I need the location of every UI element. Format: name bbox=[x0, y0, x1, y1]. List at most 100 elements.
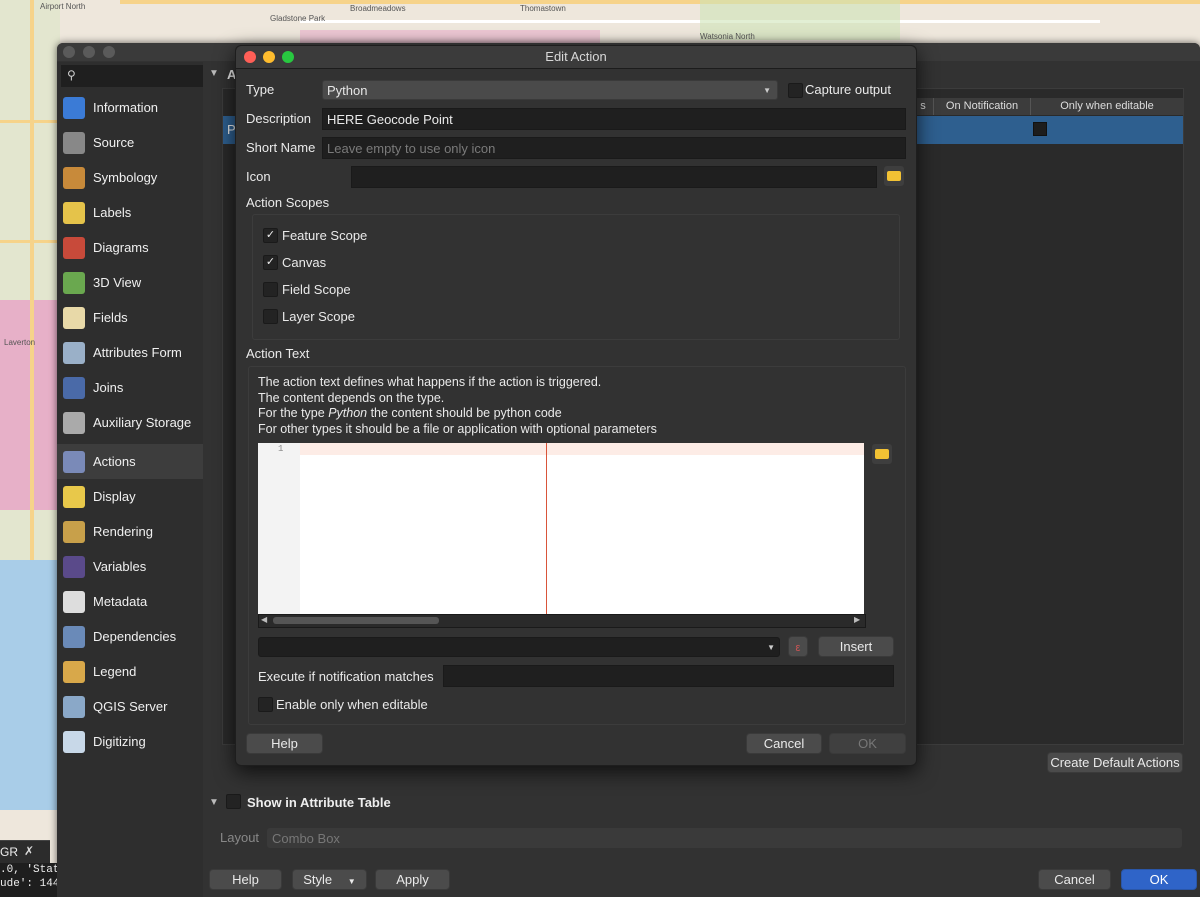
layer-scope-checkbox[interactable] bbox=[263, 309, 278, 324]
code-editor[interactable]: 1 bbox=[258, 443, 864, 614]
map-label: Laverton bbox=[4, 338, 36, 347]
minimize-dialog-button[interactable] bbox=[263, 51, 275, 63]
chevron-down-icon: ▼ bbox=[347, 877, 356, 886]
ok-button[interactable]: OK bbox=[1121, 869, 1197, 890]
sidebar-item-fields[interactable]: Fields bbox=[57, 300, 203, 335]
short-name-input[interactable]: Leave empty to use only icon bbox=[322, 137, 906, 159]
sidebar-item-auxiliary-storage[interactable]: Auxiliary Storage bbox=[57, 405, 203, 440]
sidebar-item-rendering[interactable]: Rendering bbox=[57, 514, 203, 549]
description-label: Description bbox=[246, 111, 312, 126]
chevron-down-icon: ▼ bbox=[767, 643, 775, 652]
expression-field-combo[interactable]: ▼ bbox=[258, 637, 780, 657]
console-output: .0, 'State': ude': 144.8 bbox=[0, 863, 57, 897]
sidebar-item-diagrams[interactable]: Diagrams bbox=[57, 230, 203, 265]
sidebar-item-digitizing[interactable]: Digitizing bbox=[57, 724, 203, 759]
sidebar-item-symbology[interactable]: Symbology bbox=[57, 160, 203, 195]
epsilon-icon: ε bbox=[795, 642, 801, 654]
sidebar-item-label: Auxiliary Storage bbox=[93, 415, 192, 430]
zoom-window-button[interactable] bbox=[103, 46, 115, 58]
dialog-cancel-button[interactable]: Cancel bbox=[746, 733, 822, 754]
sidebar-item-label: Legend bbox=[93, 664, 137, 679]
edit-action-dialog: Edit Action Type Python ▼ Capture output… bbox=[235, 45, 917, 766]
display-icon bbox=[63, 485, 85, 508]
search-icon: ⚲ bbox=[67, 68, 76, 82]
scroll-right-arrow-icon[interactable]: ▶ bbox=[854, 615, 860, 624]
collapse-arrow-icon[interactable]: ▼ bbox=[209, 797, 219, 808]
variables-icon bbox=[63, 555, 85, 578]
help-text-part: For the type bbox=[258, 406, 329, 420]
sidebar-item-display[interactable]: Display bbox=[57, 479, 203, 514]
table-header[interactable]: Only when editable bbox=[1030, 98, 1183, 115]
map-label: Watsonia North bbox=[700, 32, 755, 41]
cancel-button[interactable]: Cancel bbox=[1038, 869, 1111, 890]
sidebar-item-joins[interactable]: Joins bbox=[57, 370, 203, 405]
sidebar-item-label: QGIS Server bbox=[93, 699, 168, 714]
scroll-left-arrow-icon[interactable]: ◀ bbox=[261, 615, 267, 624]
sidebar-search-input[interactable]: ⚲ bbox=[61, 65, 203, 87]
type-select[interactable]: Python ▼ bbox=[322, 80, 778, 100]
dialog-ok-button[interactable]: OK bbox=[829, 733, 906, 754]
icon-folder-button[interactable] bbox=[884, 166, 904, 186]
sidebar-item-dependencies[interactable]: Dependencies bbox=[57, 619, 203, 654]
sidebar-item-3d-view[interactable]: 3D View bbox=[57, 265, 203, 300]
layout-combo[interactable]: Combo Box bbox=[267, 828, 1182, 848]
action-text-help-line: The content depends on the type. bbox=[258, 391, 445, 405]
create-default-actions-button[interactable]: Create Default Actions bbox=[1047, 752, 1183, 773]
sidebar-item-qgis-server[interactable]: QGIS Server bbox=[57, 689, 203, 724]
zoom-dialog-button[interactable] bbox=[282, 51, 294, 63]
icon-path-input[interactable] bbox=[351, 166, 877, 188]
type-select-value: Python bbox=[327, 83, 368, 98]
sidebar-item-label: Display bbox=[93, 489, 136, 504]
show-in-attribute-table-checkbox[interactable] bbox=[226, 794, 241, 809]
scrollbar-thumb[interactable] bbox=[273, 617, 439, 624]
capture-output-label: Capture output bbox=[805, 82, 892, 97]
attributes-form-icon bbox=[63, 341, 85, 364]
console-tab[interactable]: GR ✗ bbox=[0, 840, 50, 863]
sidebar-item-source[interactable]: Source bbox=[57, 125, 203, 160]
action-text-folder-button[interactable] bbox=[872, 444, 892, 464]
sidebar-item-label: Actions bbox=[93, 454, 136, 469]
expression-builder-button[interactable]: ε bbox=[788, 636, 808, 657]
feature-scope-checkbox[interactable]: ✓ bbox=[263, 228, 278, 243]
collapse-arrow-icon[interactable]: ▼ bbox=[209, 68, 219, 79]
sidebar-item-actions[interactable]: Actions bbox=[57, 444, 203, 479]
info-icon bbox=[63, 96, 85, 119]
sidebar-item-label: Digitizing bbox=[93, 734, 146, 749]
help-button[interactable]: Help bbox=[209, 869, 282, 890]
table-header[interactable]: On Notification bbox=[933, 98, 1030, 115]
enable-only-editable-checkbox[interactable] bbox=[258, 697, 273, 712]
editor-horizontal-scrollbar[interactable]: ◀ ▶ bbox=[258, 614, 866, 628]
notification-match-input[interactable] bbox=[443, 665, 894, 687]
only-editable-cell-checkbox[interactable] bbox=[1033, 122, 1047, 136]
sidebar-item-label: Variables bbox=[93, 559, 147, 574]
sidebar-item-label: Attributes Form bbox=[93, 345, 182, 360]
enable-only-editable-label: Enable only when editable bbox=[276, 697, 428, 712]
sidebar-item-variables[interactable]: Variables bbox=[57, 549, 203, 584]
digitizing-icon bbox=[63, 730, 85, 753]
sidebar-item-label: Metadata bbox=[93, 594, 148, 609]
sidebar-item-label: Fields bbox=[93, 310, 128, 325]
sidebar-item-metadata[interactable]: Metadata bbox=[57, 584, 203, 619]
canvas-scope-checkbox[interactable]: ✓ bbox=[263, 255, 278, 270]
style-button[interactable]: Style ▼ bbox=[292, 869, 367, 890]
action-text-help-line: The action text defines what happens if … bbox=[258, 375, 602, 389]
sidebar-item-labels[interactable]: Labels bbox=[57, 195, 203, 230]
close-dialog-button[interactable] bbox=[244, 51, 256, 63]
sidebar-item-attributes-form[interactable]: Attributes Form bbox=[57, 335, 203, 370]
field-scope-label: Field Scope bbox=[282, 282, 351, 297]
short-name-label: Short Name bbox=[246, 140, 316, 155]
capture-output-checkbox[interactable] bbox=[788, 83, 803, 98]
sidebar-item-legend[interactable]: Legend bbox=[57, 654, 203, 689]
insert-button[interactable]: Insert bbox=[818, 636, 894, 657]
sidebar-item-information[interactable]: Information bbox=[57, 90, 203, 125]
apply-button[interactable]: Apply bbox=[375, 869, 450, 890]
close-window-button[interactable] bbox=[63, 46, 75, 58]
source-icon bbox=[63, 131, 85, 154]
field-scope-checkbox[interactable] bbox=[263, 282, 278, 297]
folder-icon bbox=[887, 171, 901, 181]
3d-view-icon bbox=[63, 271, 85, 294]
minimize-window-button[interactable] bbox=[83, 46, 95, 58]
current-line-highlight bbox=[300, 443, 864, 455]
dialog-help-button[interactable]: Help bbox=[246, 733, 323, 754]
description-input[interactable]: HERE Geocode Point bbox=[322, 108, 906, 130]
